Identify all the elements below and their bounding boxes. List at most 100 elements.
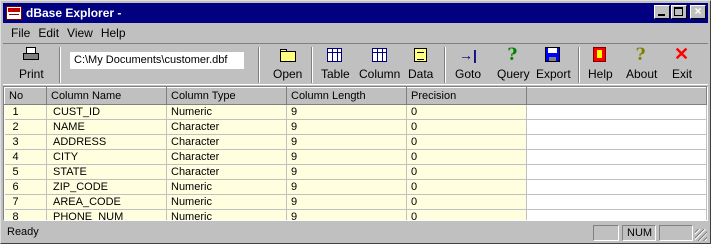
cell-column-type[interactable]: Character bbox=[166, 149, 287, 165]
cell-no[interactable]: 3 bbox=[4, 134, 47, 150]
help-book-icon bbox=[591, 47, 609, 63]
close-button[interactable]: × bbox=[690, 4, 706, 19]
cell-no[interactable]: 8 bbox=[4, 209, 47, 220]
cell-no[interactable]: 5 bbox=[4, 164, 47, 180]
header-precision[interactable]: Precision bbox=[406, 87, 527, 105]
cell-column-name[interactable]: CITY bbox=[46, 149, 167, 165]
cell-column-name[interactable]: CUST_ID bbox=[46, 104, 167, 120]
cell-column-length[interactable]: 9 bbox=[286, 179, 407, 195]
goto-button[interactable]: →| Goto bbox=[455, 47, 481, 81]
help-label: Help bbox=[588, 67, 613, 81]
print-button[interactable]: Print bbox=[19, 47, 44, 81]
table-row[interactable]: 4 CITY Character 9 0 bbox=[4, 149, 707, 165]
cell-column-type[interactable]: Character bbox=[166, 119, 287, 135]
cell-precision[interactable]: 0 bbox=[406, 119, 527, 135]
cell-column-name[interactable]: STATE bbox=[46, 164, 167, 180]
resize-grip[interactable] bbox=[695, 229, 707, 241]
cell-column-length[interactable]: 9 bbox=[286, 149, 407, 165]
cell-precision[interactable]: 0 bbox=[406, 164, 527, 180]
help-button[interactable]: Help bbox=[588, 47, 613, 81]
cell-no[interactable]: 7 bbox=[4, 194, 47, 210]
menu-file[interactable]: File bbox=[7, 26, 34, 40]
cell-column-length[interactable]: 9 bbox=[286, 119, 407, 135]
cell-no[interactable]: 1 bbox=[4, 104, 47, 120]
cell-column-name[interactable]: AREA_CODE bbox=[46, 194, 167, 210]
maximize-button[interactable] bbox=[671, 5, 687, 19]
cell-column-type[interactable]: Numeric bbox=[166, 209, 287, 220]
toolbar: Print C:\My Documents\customer.dbf Open … bbox=[3, 43, 708, 85]
cell-precision[interactable]: 0 bbox=[406, 149, 527, 165]
column-button[interactable]: Column bbox=[359, 47, 400, 81]
cell-column-type[interactable]: Numeric bbox=[166, 104, 287, 120]
cell-precision[interactable]: 0 bbox=[406, 209, 527, 220]
menu-bar: File Edit View Help bbox=[3, 24, 708, 42]
cell-precision[interactable]: 0 bbox=[406, 104, 527, 120]
status-text: Ready bbox=[7, 226, 39, 238]
window-title: dBase Explorer - bbox=[26, 6, 122, 20]
header-no[interactable]: No bbox=[4, 87, 47, 105]
cell-column-name[interactable]: PHONE_NUM bbox=[46, 209, 167, 220]
data-button[interactable]: Data bbox=[408, 47, 433, 81]
cell-column-name[interactable]: ADDRESS bbox=[46, 134, 167, 150]
minimize-icon bbox=[658, 14, 665, 16]
cell-precision[interactable]: 0 bbox=[406, 194, 527, 210]
close-icon: × bbox=[694, 4, 702, 18]
cell-column-type[interactable]: Numeric bbox=[166, 179, 287, 195]
cell-filler bbox=[526, 179, 707, 195]
export-label: Export bbox=[536, 67, 571, 81]
cell-column-type[interactable]: Character bbox=[166, 164, 287, 180]
header-column-name[interactable]: Column Name bbox=[46, 87, 167, 105]
menu-help[interactable]: Help bbox=[97, 26, 130, 40]
table-row[interactable]: 3 ADDRESS Character 9 0 bbox=[4, 134, 707, 150]
query-label: Query bbox=[497, 67, 530, 81]
about-label: About bbox=[626, 67, 658, 81]
title-bar[interactable]: dBase Explorer - × bbox=[3, 3, 708, 23]
table-button[interactable]: Table bbox=[321, 47, 350, 81]
printer-icon bbox=[22, 47, 40, 63]
cell-precision[interactable]: 0 bbox=[406, 134, 527, 150]
table-row[interactable]: 8 PHONE_NUM Numeric 9 0 bbox=[4, 209, 707, 220]
menu-view[interactable]: View bbox=[63, 26, 97, 40]
cell-no[interactable]: 6 bbox=[4, 179, 47, 195]
save-disk-icon bbox=[544, 47, 562, 63]
exit-button[interactable]: ✕ Exit bbox=[672, 44, 692, 81]
column-table: No Column Name Column Type Column Length… bbox=[4, 87, 707, 220]
open-label: Open bbox=[273, 67, 303, 81]
cell-filler bbox=[526, 164, 707, 180]
app-icon[interactable] bbox=[6, 6, 22, 20]
cell-precision[interactable]: 0 bbox=[406, 179, 527, 195]
header-column-length[interactable]: Column Length bbox=[286, 87, 407, 105]
minimize-button[interactable] bbox=[654, 5, 670, 19]
toolbar-separator bbox=[258, 47, 260, 83]
about-button[interactable]: ? About bbox=[626, 45, 658, 81]
cell-column-length[interactable]: 9 bbox=[286, 194, 407, 210]
table-row[interactable]: 2 NAME Character 9 0 bbox=[4, 119, 707, 135]
header-column-type[interactable]: Column Type bbox=[166, 87, 287, 105]
cell-no[interactable]: 2 bbox=[4, 119, 47, 135]
cell-filler bbox=[526, 209, 707, 220]
table-row[interactable]: 5 STATE Character 9 0 bbox=[4, 164, 707, 180]
cell-filler bbox=[526, 119, 707, 135]
menu-edit[interactable]: Edit bbox=[34, 26, 63, 40]
column-grid[interactable]: No Column Name Column Type Column Length… bbox=[3, 86, 708, 221]
cell-column-type[interactable]: Numeric bbox=[166, 194, 287, 210]
table-label: Table bbox=[321, 67, 350, 81]
cell-column-name[interactable]: NAME bbox=[46, 119, 167, 135]
cell-column-length[interactable]: 9 bbox=[286, 134, 407, 150]
cell-column-length[interactable]: 9 bbox=[286, 209, 407, 220]
cell-column-length[interactable]: 9 bbox=[286, 104, 407, 120]
file-path-field[interactable]: C:\My Documents\customer.dbf bbox=[70, 52, 244, 69]
export-button[interactable]: Export bbox=[536, 47, 571, 81]
cell-column-name[interactable]: ZIP_CODE bbox=[46, 179, 167, 195]
status-bar: Ready NUM bbox=[3, 223, 708, 242]
table-row[interactable]: 1 CUST_ID Numeric 9 0 bbox=[4, 104, 707, 120]
cell-column-length[interactable]: 9 bbox=[286, 164, 407, 180]
status-panel-scroll bbox=[659, 225, 693, 241]
table-row[interactable]: 7 AREA_CODE Numeric 9 0 bbox=[4, 194, 707, 210]
cell-filler bbox=[526, 194, 707, 210]
query-button[interactable]: ? Query bbox=[497, 45, 530, 81]
cell-no[interactable]: 4 bbox=[4, 149, 47, 165]
table-row[interactable]: 6 ZIP_CODE Numeric 9 0 bbox=[4, 179, 707, 195]
cell-column-type[interactable]: Character bbox=[166, 134, 287, 150]
open-button[interactable]: Open bbox=[273, 47, 302, 81]
